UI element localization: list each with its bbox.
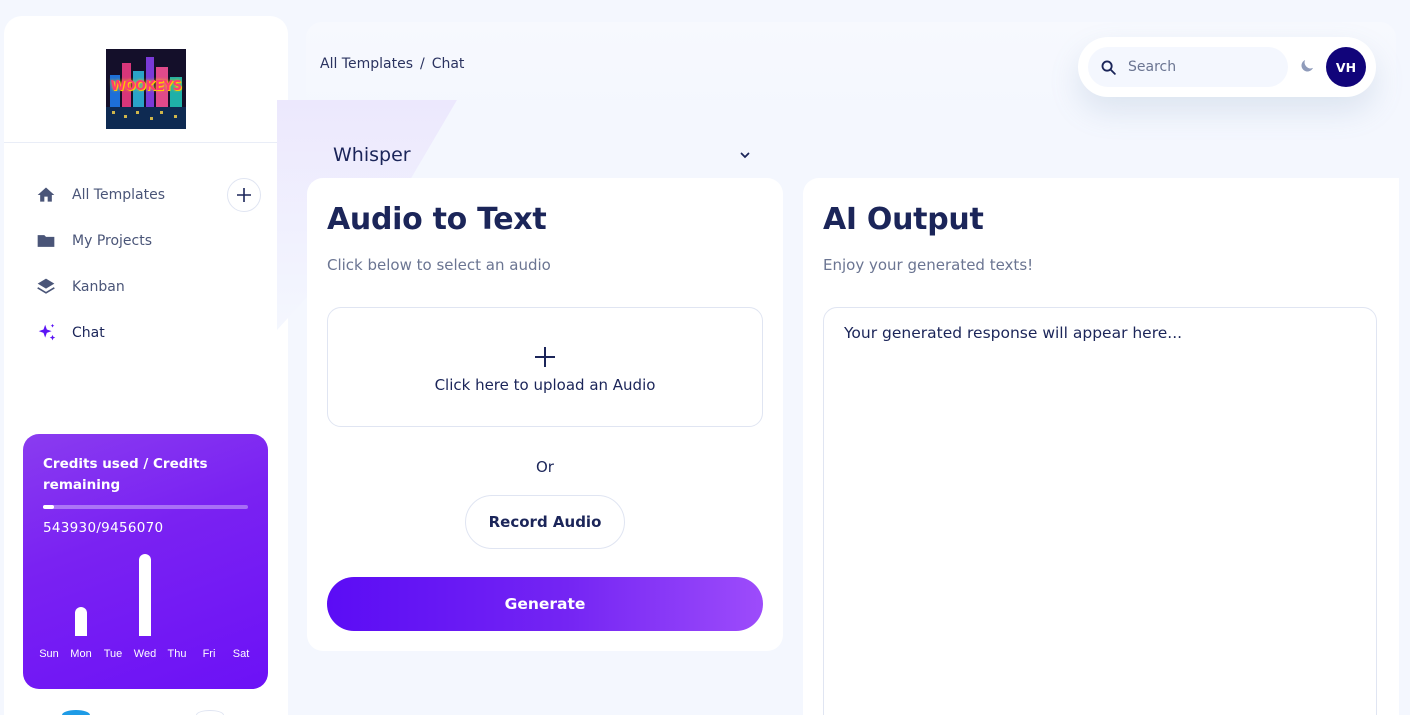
usage-day-label: Thu — [167, 648, 187, 660]
usage-day-label: Fri — [202, 648, 216, 660]
upload-label: Click here to upload an Audio — [434, 376, 656, 394]
card-subtitle: Enjoy your generated texts! — [823, 256, 1034, 274]
or-divider-label: Or — [536, 458, 554, 476]
sidebar-item-label: My Projects — [72, 233, 153, 249]
sidebar-item-chat[interactable]: Chat — [36, 310, 261, 356]
record-audio-button[interactable]: Record Audio — [465, 495, 625, 549]
sidebar-item-my-projects[interactable]: My Projects — [36, 218, 261, 264]
avatar[interactable]: VH — [1326, 47, 1366, 87]
header-toolbar: VH — [1078, 37, 1376, 97]
usage-bar-wed — [139, 554, 151, 636]
credits-title: Credits used / Credits remaining — [43, 456, 208, 493]
output-textbox[interactable]: Your generated response will appear here… — [823, 307, 1377, 715]
layers-icon — [36, 277, 72, 297]
card-subtitle: Click below to select an audio — [327, 256, 551, 274]
breadcrumb-separator: / — [419, 56, 425, 72]
usage-day-label: Wed — [133, 648, 157, 660]
add-template-button[interactable] — [227, 178, 261, 212]
usage-bar-mon — [75, 607, 87, 636]
model-select-value: Whisper — [333, 144, 411, 166]
weekly-usage-chart: Sun Mon Tue Wed Thu Fri Sat — [23, 554, 268, 664]
usage-day-label: Sat — [232, 648, 250, 660]
search-input[interactable] — [1128, 59, 1278, 75]
home-icon — [36, 185, 72, 205]
sidebar-item-label: Chat — [72, 325, 105, 341]
breadcrumb: All Templates / Chat — [320, 56, 464, 72]
chevron-down-icon — [739, 149, 751, 161]
model-select[interactable]: Whisper — [333, 141, 753, 169]
credits-value: 543930/9456070 — [43, 520, 164, 536]
sidebar-divider — [4, 142, 288, 143]
sidebar-nav: All Templates My Projects Kanban Chat — [36, 172, 261, 356]
credits-card: Credits used / Credits remaining 543930/… — [23, 434, 268, 689]
sparkle-icon — [36, 322, 72, 344]
ai-output-card: AI Output Enjoy your generated texts! Yo… — [803, 178, 1399, 715]
usage-day-label: Sun — [39, 648, 59, 660]
credits-progress-bar — [43, 505, 248, 509]
generate-button[interactable]: Generate — [327, 577, 763, 631]
sidebar-item-label: All Templates — [72, 187, 165, 203]
breadcrumb-current[interactable]: Chat — [432, 56, 465, 72]
sidebar-bottom-button[interactable] — [196, 710, 224, 715]
usage-day-label: Mon — [70, 648, 92, 660]
usage-day-label: Tue — [103, 648, 123, 660]
plus-icon — [237, 188, 251, 202]
upload-audio-dropzone[interactable]: Click here to upload an Audio — [327, 307, 763, 427]
sidebar-item-kanban[interactable]: Kanban — [36, 264, 261, 310]
moon-icon[interactable] — [1298, 57, 1316, 79]
brand-logo[interactable]: WOOKEYS — [106, 49, 186, 129]
sidebar: WOOKEYS All Templates My Projects Kanban — [4, 16, 288, 715]
sidebar-item-all-templates[interactable]: All Templates — [36, 172, 261, 218]
logo-wordmark: WOOKEYS — [110, 79, 182, 94]
plus-icon — [534, 346, 556, 372]
sidebar-bottom-avatar[interactable] — [62, 710, 90, 715]
search-icon — [1100, 59, 1117, 76]
credits-progress-fill — [43, 505, 55, 509]
card-title: AI Output — [823, 202, 984, 237]
sidebar-item-label: Kanban — [72, 279, 125, 295]
audio-input-card: Audio to Text Click below to select an a… — [307, 178, 783, 651]
breadcrumb-root-link[interactable]: All Templates — [320, 56, 413, 72]
folder-icon — [36, 231, 72, 251]
search-box — [1088, 47, 1288, 87]
card-title: Audio to Text — [327, 202, 547, 237]
